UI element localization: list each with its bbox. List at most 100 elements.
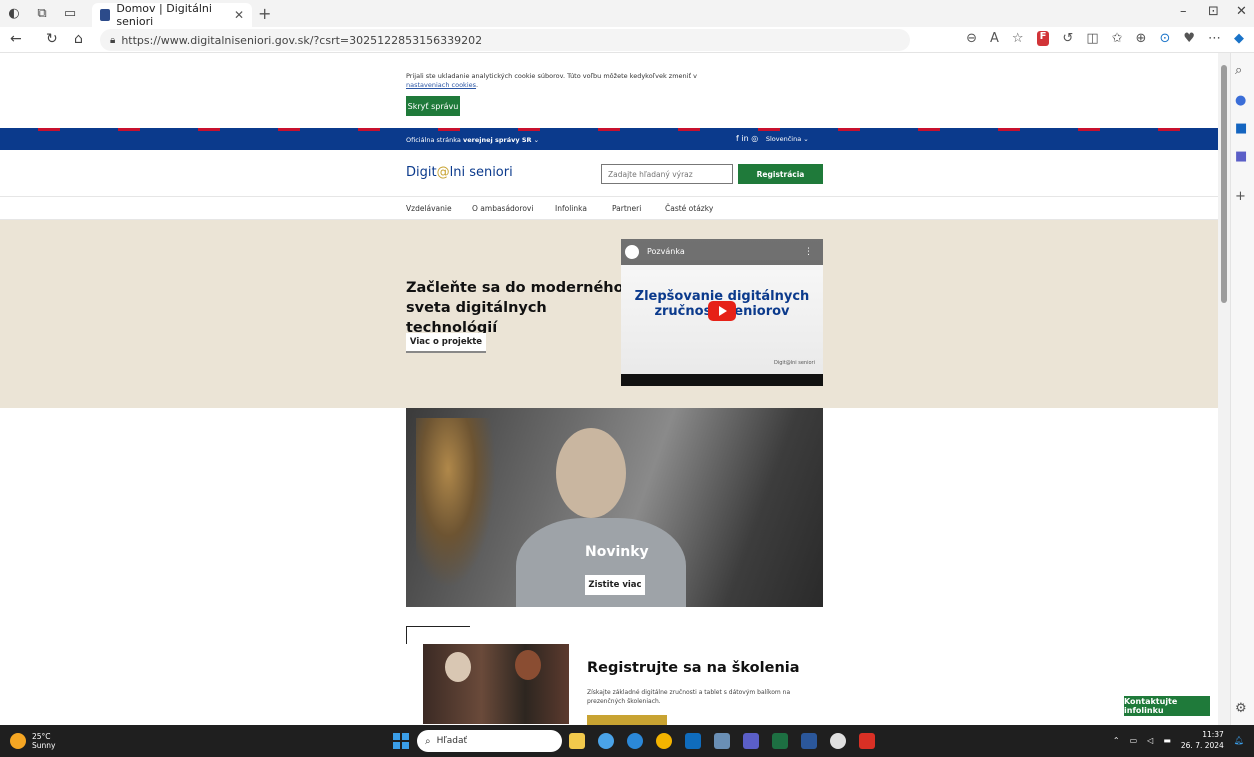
main-navigation: Vzdelávanie O ambasádorovi Infolinka Par… bbox=[0, 196, 1218, 220]
taskbar-search-input[interactable]: ⌕ Hľadať bbox=[417, 730, 562, 752]
read-aloud-icon[interactable]: A bbox=[990, 31, 999, 46]
nav-item-faq[interactable]: Časté otázky bbox=[665, 204, 713, 213]
restore-icon[interactable]: ⊡ bbox=[1208, 4, 1219, 19]
site-logo[interactable]: Digit@lni seniori bbox=[406, 165, 513, 180]
play-icon[interactable] bbox=[708, 301, 736, 321]
network-icon[interactable]: ▭ bbox=[1130, 736, 1138, 745]
downloads-icon[interactable]: ⊙ bbox=[1159, 31, 1170, 46]
split-screen-icon[interactable]: ◫ bbox=[1086, 31, 1098, 46]
cookie-notice: Prijali ste ukladanie analytických cooki… bbox=[406, 72, 697, 89]
minimize-icon[interactable]: – bbox=[1180, 4, 1187, 19]
url-field[interactable]: 🔒︎ https://www.digitalniseniori.gov.sk/?… bbox=[100, 29, 910, 51]
sidebar-app-icon[interactable]: ● bbox=[1235, 93, 1246, 108]
learn-more-button[interactable]: Zistite viac bbox=[585, 575, 645, 595]
sidebar-add-icon[interactable]: + bbox=[1235, 189, 1246, 204]
close-window-icon[interactable]: ✕ bbox=[1236, 4, 1247, 19]
sun-icon bbox=[10, 733, 26, 749]
training-register-button[interactable] bbox=[587, 715, 667, 725]
browser-tools: ⊖ A ☆ F ↺ ◫ ✩ ⊕ ⊙ ♥ ⋯ ◆ bbox=[966, 31, 1244, 46]
excel-icon[interactable] bbox=[772, 733, 788, 749]
sidebar-teams-icon[interactable]: ■ bbox=[1235, 149, 1247, 164]
acrobat-icon[interactable] bbox=[859, 733, 875, 749]
social-icons[interactable]: f in ◎ bbox=[736, 134, 758, 143]
refresh-extension-icon[interactable]: ↺ bbox=[1062, 31, 1073, 46]
social-and-language: f in ◎ Slovenčina ⌄ bbox=[736, 134, 809, 143]
browser-tab-active[interactable]: Domov | Digitálni seniori ✕ bbox=[92, 2, 252, 28]
official-site-dropdown[interactable]: Oficiálna stránka verejnej správy SR ⌄ bbox=[406, 136, 539, 144]
training-title: Registrujte sa na školenia bbox=[587, 660, 800, 676]
tab-title: Domov | Digitálni seniori bbox=[116, 2, 212, 28]
profile-icon[interactable]: ◐ bbox=[0, 6, 28, 21]
video-watermark: Digit@lni seniori bbox=[773, 360, 815, 366]
outlook-icon[interactable] bbox=[685, 733, 701, 749]
training-description: Získajte základné digitálne zručnosti a … bbox=[587, 689, 791, 705]
video-player[interactable]: Pozvánka ⋮ Zlepšovanie digitálnych zručn… bbox=[621, 239, 823, 386]
site-favicon-icon bbox=[100, 9, 111, 21]
search-input[interactable] bbox=[601, 164, 733, 184]
zoom-icon[interactable]: ⊖ bbox=[966, 31, 977, 46]
back-icon[interactable]: ← bbox=[10, 31, 22, 47]
scrollbar-thumb[interactable] bbox=[1221, 65, 1227, 303]
search-icon: ⌕ bbox=[425, 735, 431, 747]
contact-infoline-button[interactable]: Kontaktujte infolinku bbox=[1124, 696, 1210, 716]
video-menu-icon[interactable]: ⋮ bbox=[804, 247, 813, 257]
chevron-up-icon[interactable]: ⌃ bbox=[1113, 736, 1120, 745]
refresh-icon[interactable]: ↻ bbox=[46, 31, 58, 47]
training-image bbox=[423, 644, 569, 724]
plant-shape bbox=[416, 418, 496, 588]
word-icon[interactable] bbox=[801, 733, 817, 749]
government-bar: Oficiálna stránka verejnej správy SR ⌄ f… bbox=[0, 131, 1218, 150]
video-title: Pozvánka bbox=[647, 247, 685, 256]
nav-item-infoline[interactable]: Infolinka bbox=[555, 204, 587, 213]
senior-face-shape bbox=[445, 652, 471, 682]
more-icon[interactable]: ⋯ bbox=[1208, 31, 1221, 46]
app-circle-icon[interactable] bbox=[830, 733, 846, 749]
edge-icon[interactable] bbox=[627, 733, 643, 749]
weather-widget[interactable]: 25°C Sunny bbox=[10, 732, 55, 750]
chrome-icon[interactable] bbox=[656, 733, 672, 749]
file-explorer-icon[interactable] bbox=[569, 733, 585, 749]
collections-icon[interactable]: ⊕ bbox=[1136, 31, 1147, 46]
young-face-shape bbox=[515, 650, 541, 680]
language-selector[interactable]: Slovenčina ⌄ bbox=[766, 135, 809, 143]
tab-actions-icon[interactable]: ▭ bbox=[56, 6, 84, 21]
sidebar-settings-icon[interactable]: ⚙ bbox=[1235, 701, 1247, 716]
favorites-icon[interactable]: ✩ bbox=[1112, 31, 1123, 46]
channel-avatar[interactable] bbox=[625, 245, 639, 259]
page-scrollbar[interactable] bbox=[1218, 53, 1230, 725]
chevron-down-icon: ⌄ bbox=[803, 135, 809, 143]
workspaces-icon[interactable]: ⧉ bbox=[28, 6, 56, 21]
about-project-button[interactable]: Viac o projekte bbox=[406, 333, 486, 353]
favorite-star-icon[interactable]: ☆ bbox=[1012, 31, 1024, 46]
notification-bell-icon[interactable]: 🔔︎ bbox=[1234, 736, 1244, 745]
battery-icon[interactable]: ▬ bbox=[1163, 736, 1171, 745]
nav-item-partners[interactable]: Partneri bbox=[612, 204, 641, 213]
decorative-frame bbox=[406, 626, 470, 644]
hero-title: Začleňte sa do moderného sveta digitálny… bbox=[406, 280, 624, 336]
teams-icon[interactable] bbox=[743, 733, 759, 749]
performance-icon[interactable]: ♥ bbox=[1183, 31, 1195, 46]
address-toolbar: ← ↻ ⌂ 🔒︎ https://www.digitalniseniori.go… bbox=[0, 27, 1254, 53]
start-icon[interactable] bbox=[393, 733, 409, 749]
windows-taskbar: 25°C Sunny ⌕ Hľadať ⌃ ▭ ◁ ▬ 11:37 26. 7. 2… bbox=[0, 725, 1254, 757]
sidebar-outlook-icon[interactable]: ■ bbox=[1235, 121, 1247, 136]
news-title: Novinky bbox=[585, 544, 649, 560]
new-tab-icon[interactable]: + bbox=[258, 4, 271, 23]
extension-icon[interactable]: F bbox=[1036, 31, 1050, 46]
clock[interactable]: 11:37 26. 7. 2024 bbox=[1181, 729, 1224, 751]
home-icon[interactable]: ⌂ bbox=[74, 31, 83, 47]
register-button[interactable]: Registrácia bbox=[738, 164, 823, 184]
app-icon[interactable] bbox=[598, 733, 614, 749]
close-tab-icon[interactable]: ✕ bbox=[234, 8, 244, 22]
system-tray: ⌃ ▭ ◁ ▬ 11:37 26. 7. 2024 🔔︎ bbox=[1113, 729, 1244, 751]
volume-icon[interactable]: ◁ bbox=[1147, 736, 1153, 745]
sidebar-search-icon[interactable]: ⌕ bbox=[1235, 63, 1242, 78]
url-text: https://www.digitalniseniori.gov.sk/?csr… bbox=[121, 33, 483, 47]
nav-item-education[interactable]: Vzdelávanie bbox=[406, 204, 452, 213]
hide-message-button[interactable]: Skryť správu bbox=[406, 96, 460, 116]
cookie-settings-link[interactable]: nastaveniach cookies bbox=[406, 81, 476, 89]
lock-icon: 🔒︎ bbox=[110, 34, 116, 46]
copilot-icon[interactable]: ◆ bbox=[1234, 31, 1244, 46]
nav-item-ambassador[interactable]: O ambasádorovi bbox=[472, 204, 533, 213]
calculator-icon[interactable] bbox=[714, 733, 730, 749]
